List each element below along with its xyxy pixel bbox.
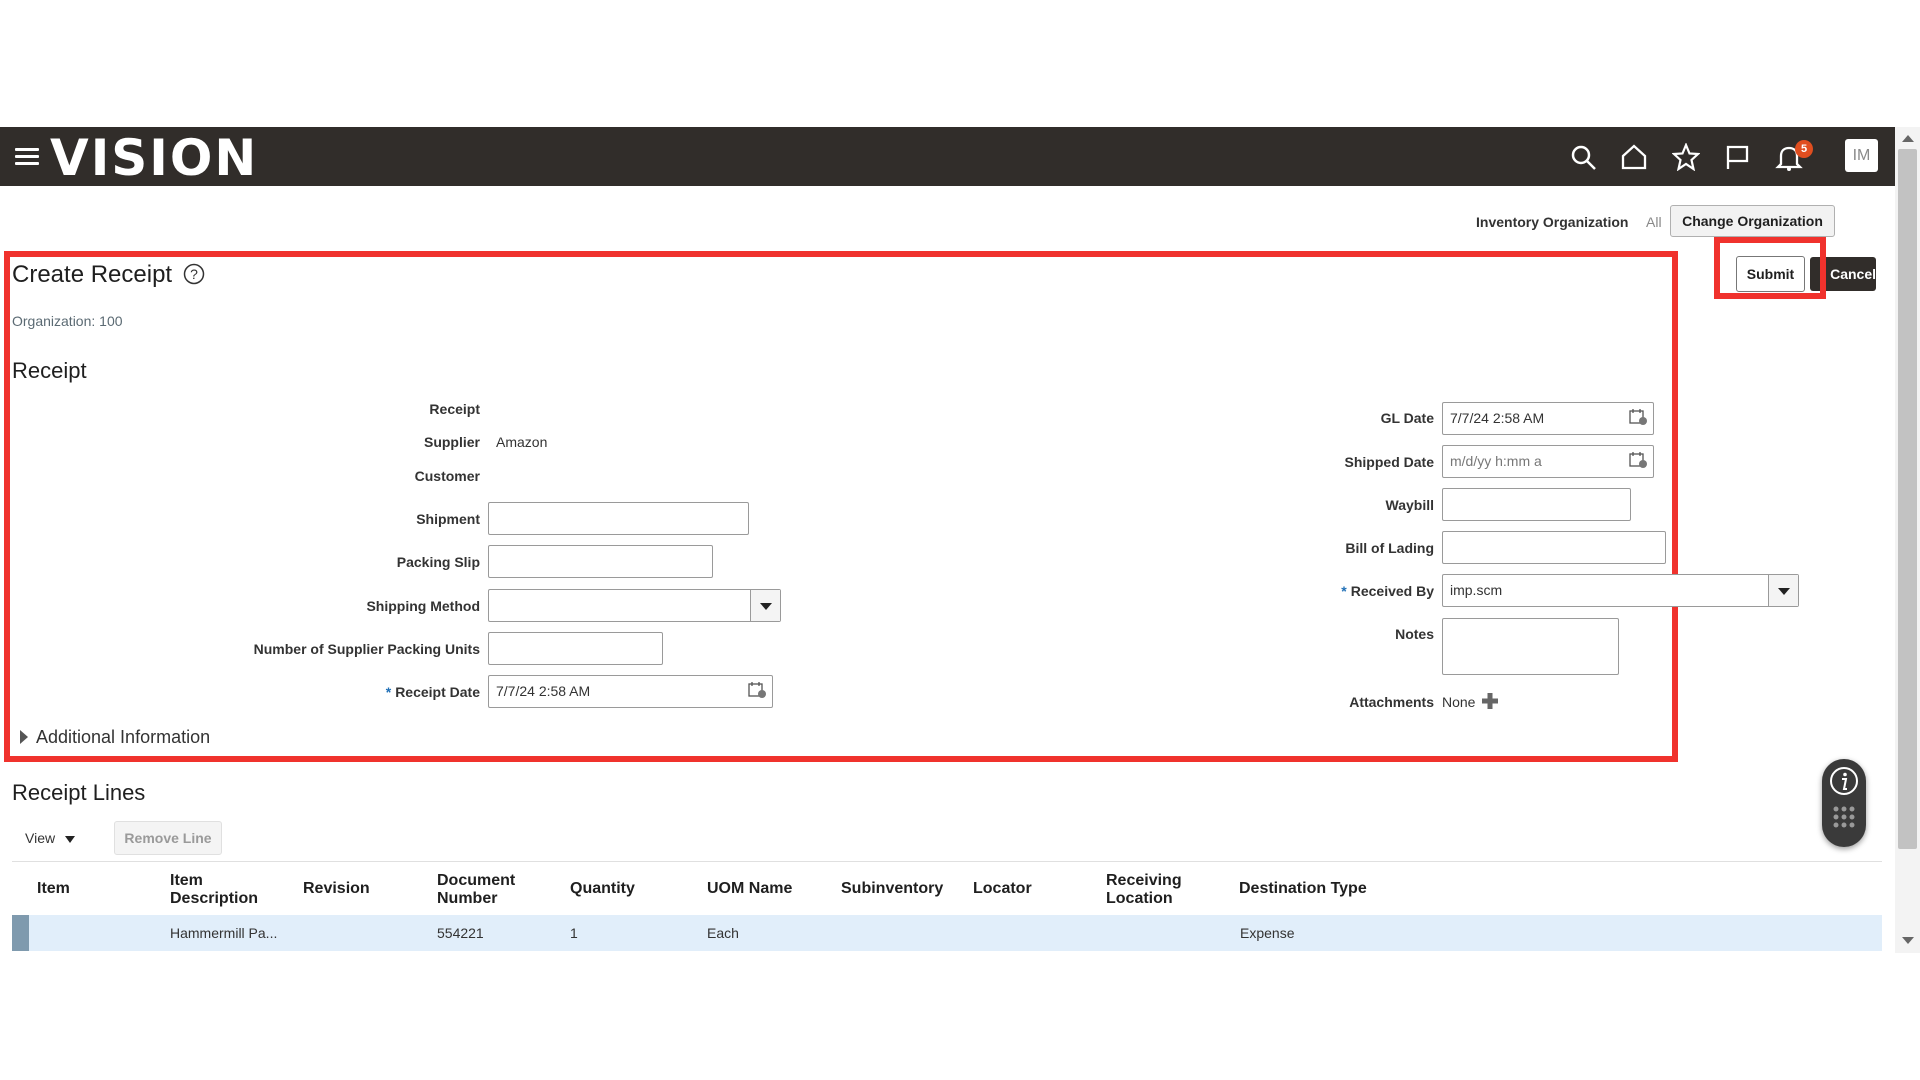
page-title: Create Receipt ? bbox=[12, 261, 205, 289]
notification-badge: 5 bbox=[1795, 140, 1813, 158]
receipt-date-label-text: Receipt Date bbox=[395, 684, 480, 700]
hamburger-menu-icon[interactable] bbox=[15, 148, 39, 166]
received-by-label-text: Received By bbox=[1350, 583, 1434, 599]
receipt-lines-table-header: Item Item Description Revision Document … bbox=[12, 861, 1882, 917]
star-icon[interactable] bbox=[1672, 143, 1700, 171]
shipping-method-label: Shipping Method bbox=[366, 598, 480, 614]
expand-triangle-icon bbox=[20, 730, 28, 744]
chevron-down-icon[interactable] bbox=[1768, 575, 1798, 606]
calendar-icon[interactable] bbox=[1629, 409, 1647, 425]
column-header-item-description[interactable]: Item Description bbox=[170, 872, 270, 908]
waybill-label: Waybill bbox=[1385, 497, 1435, 513]
home-icon[interactable] bbox=[1620, 143, 1648, 171]
inventory-organization-label: Inventory Organization bbox=[1476, 214, 1629, 230]
waybill-input[interactable] bbox=[1442, 488, 1631, 521]
shipped-date-label: Shipped Date bbox=[1344, 454, 1434, 470]
submit-button[interactable]: Submit bbox=[1736, 256, 1805, 292]
help-icon[interactable]: ? bbox=[183, 263, 205, 285]
cancel-button-label: Cancel bbox=[1830, 266, 1876, 282]
cell-destination-type: Expense bbox=[1240, 925, 1295, 941]
packing-units-input[interactable] bbox=[488, 632, 663, 665]
search-icon[interactable] bbox=[1569, 143, 1597, 171]
add-attachment-icon[interactable] bbox=[1481, 692, 1499, 710]
shipping-method-select[interactable] bbox=[488, 589, 781, 622]
receipt-date-label: * Receipt Date bbox=[386, 684, 480, 700]
column-header-revision[interactable]: Revision bbox=[303, 880, 423, 898]
received-by-label: * Received By bbox=[1341, 583, 1434, 599]
column-header-uom-name[interactable]: UOM Name bbox=[707, 880, 827, 898]
column-header-quantity[interactable]: Quantity bbox=[570, 880, 690, 898]
gl-date-input[interactable]: 7/7/24 2:58 AM bbox=[1442, 402, 1654, 435]
remove-line-button[interactable]: Remove Line bbox=[114, 821, 222, 855]
attachments-label: Attachments bbox=[1349, 694, 1434, 710]
customer-label: Customer bbox=[414, 468, 480, 484]
bill-of-lading-input[interactable] bbox=[1442, 531, 1666, 564]
row-selector[interactable] bbox=[12, 915, 29, 951]
floating-assistant-widget[interactable] bbox=[1822, 759, 1866, 847]
vision-logo[interactable]: VISION bbox=[50, 130, 258, 186]
supplier-label: Supplier bbox=[423, 434, 480, 450]
info-icon[interactable] bbox=[1829, 766, 1859, 796]
receipt-date-input[interactable]: 7/7/24 2:58 AM bbox=[488, 675, 773, 708]
notes-label: Notes bbox=[1395, 626, 1434, 642]
svg-text:?: ? bbox=[190, 266, 198, 282]
additional-information-label: Additional Information bbox=[36, 727, 211, 747]
gl-date-value: 7/7/24 2:58 AM bbox=[1450, 410, 1545, 426]
column-header-item[interactable]: Item bbox=[37, 880, 157, 898]
scrollbar-thumb[interactable] bbox=[1898, 149, 1917, 849]
cell-document-number: 554221 bbox=[437, 925, 484, 941]
chevron-down-icon bbox=[64, 836, 75, 843]
view-menu-label: View bbox=[25, 830, 56, 846]
shipment-input[interactable] bbox=[488, 502, 749, 535]
gl-date-label: GL Date bbox=[1380, 410, 1434, 426]
scroll-up-icon[interactable] bbox=[1902, 135, 1914, 142]
column-header-subinventory[interactable]: Subinventory bbox=[841, 880, 971, 898]
receipt-label: Receipt bbox=[429, 401, 480, 417]
packing-slip-label: Packing Slip bbox=[396, 554, 480, 570]
column-header-document-number[interactable]: Document Number bbox=[437, 872, 547, 908]
view-menu[interactable]: View bbox=[25, 830, 75, 846]
column-header-receiving-location[interactable]: Receiving Location bbox=[1106, 872, 1206, 908]
notes-textarea[interactable] bbox=[1442, 618, 1619, 675]
receipt-lines-title: Receipt Lines bbox=[12, 780, 146, 805]
cell-quantity: 1 bbox=[570, 925, 578, 941]
required-indicator: * bbox=[385, 684, 392, 700]
cell-item-description: Hammermill Pa... bbox=[170, 925, 278, 941]
received-by-value: imp.scm bbox=[1450, 582, 1503, 598]
table-row[interactable]: Hammermill Pa... 554221 1 Each Expense bbox=[12, 915, 1882, 951]
cell-uom-name: Each bbox=[707, 925, 739, 941]
additional-information-toggle[interactable]: Additional Information bbox=[20, 727, 210, 748]
packing-slip-input[interactable] bbox=[488, 545, 713, 578]
chevron-down-icon[interactable] bbox=[750, 590, 780, 621]
organization-text: Organization: 100 bbox=[12, 313, 123, 329]
receipt-date-value: 7/7/24 2:58 AM bbox=[496, 683, 591, 699]
received-by-select[interactable]: imp.scm bbox=[1442, 574, 1799, 607]
required-indicator: * bbox=[1341, 583, 1347, 599]
vertical-scrollbar[interactable] bbox=[1895, 127, 1920, 953]
scroll-down-icon[interactable] bbox=[1902, 937, 1914, 944]
calendar-icon[interactable] bbox=[1629, 452, 1647, 468]
app-frame: VISION 5 IM Inventory Organization All C… bbox=[0, 127, 1920, 953]
global-header: VISION 5 IM bbox=[0, 127, 1895, 186]
packing-units-label: Number of Supplier Packing Units bbox=[253, 641, 480, 657]
bill-of-lading-label: Bill of Lading bbox=[1345, 540, 1434, 556]
page-title-text: Create Receipt bbox=[12, 261, 173, 288]
calendar-icon[interactable] bbox=[748, 682, 766, 698]
attachments-value: None bbox=[1442, 694, 1476, 710]
shipment-label: Shipment bbox=[416, 511, 480, 527]
column-header-locator[interactable]: Locator bbox=[973, 880, 1093, 898]
inventory-organization-value: All bbox=[1646, 214, 1662, 230]
column-header-destination-type[interactable]: Destination Type bbox=[1239, 880, 1419, 898]
receipt-section-title: Receipt bbox=[12, 358, 87, 383]
change-organization-button[interactable]: Change Organization bbox=[1670, 205, 1835, 237]
shipped-date-placeholder: m/d/yy h:mm a bbox=[1450, 453, 1542, 469]
keypad-icon[interactable] bbox=[1832, 805, 1856, 835]
shipped-date-input[interactable]: m/d/yy h:mm a bbox=[1442, 445, 1654, 478]
avatar[interactable]: IM bbox=[1845, 139, 1878, 172]
flag-icon[interactable] bbox=[1723, 143, 1751, 171]
supplier-value: Amazon bbox=[496, 434, 548, 450]
